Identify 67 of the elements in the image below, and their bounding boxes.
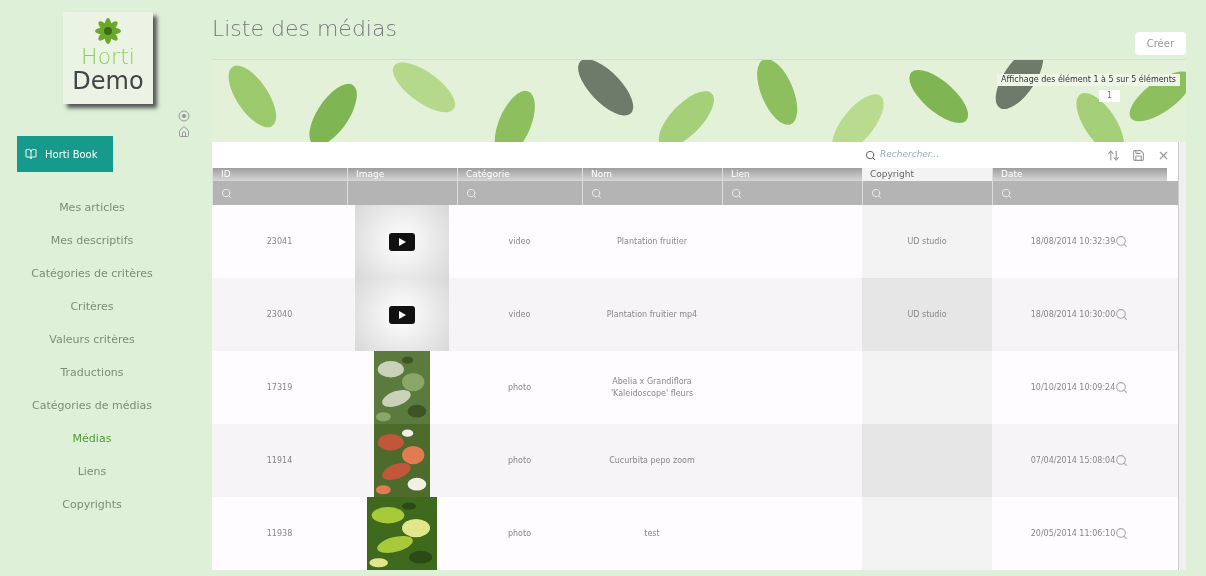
logo-text: Horti xyxy=(81,46,135,68)
flower-icon xyxy=(93,16,123,46)
sort-icon[interactable] xyxy=(1107,148,1120,162)
column-header[interactable]: Image xyxy=(347,168,457,181)
table-cell: video xyxy=(508,235,531,248)
table-cell: Plantation fruitier xyxy=(617,235,687,248)
search-icon xyxy=(865,149,876,161)
app-button[interactable]: Horti Book xyxy=(17,136,113,172)
table-cell: UD studio xyxy=(907,235,947,248)
column-header[interactable]: ID xyxy=(212,168,347,181)
pagination-summary: Affichage des élément 1 à 5 sur 5 éléments xyxy=(997,74,1180,86)
page-button[interactable]: 1 xyxy=(1098,90,1120,102)
view-icon[interactable] xyxy=(1115,235,1129,248)
table-cell: 17319 xyxy=(266,381,293,394)
table-cell: 07/04/2014 15:08:04 xyxy=(1030,454,1116,467)
column-header[interactable]: Catégorie xyxy=(457,168,582,181)
filter-icon[interactable] xyxy=(731,187,742,199)
table-cell: Cucurbita pepo zoom xyxy=(609,454,695,467)
page-title: Liste des médias xyxy=(212,15,397,43)
view-icon[interactable] xyxy=(1115,381,1129,394)
filter-icon[interactable] xyxy=(591,187,602,199)
table-cell: photo xyxy=(507,454,532,467)
view-icon[interactable] xyxy=(1115,527,1129,540)
view-icon[interactable] xyxy=(1115,308,1129,321)
table-cell: 20/05/2014 11:06:10 xyxy=(1030,527,1116,540)
column-header[interactable]: Lien xyxy=(722,168,862,181)
view-icon[interactable] xyxy=(1115,454,1129,467)
table-cell: test xyxy=(644,527,660,540)
create-button[interactable]: Créer xyxy=(1134,32,1186,55)
table-cell-text: Abelia x Grandiflora 'Kaleidoscope' fleurs xyxy=(609,375,695,400)
save-icon[interactable] xyxy=(1132,148,1145,162)
column-header[interactable]: Date xyxy=(992,168,1167,181)
play-icon xyxy=(389,305,415,324)
sidebar-item[interactable]: Traductions xyxy=(60,357,124,390)
home-icon[interactable] xyxy=(178,126,190,138)
sidebar-item[interactable]: Liens xyxy=(77,456,107,489)
filter-icon[interactable] xyxy=(221,187,232,199)
table-cell: photo xyxy=(507,527,532,540)
scrollbar[interactable] xyxy=(1178,142,1186,570)
table-cell: UD studio xyxy=(907,308,947,321)
sidebar-item[interactable]: Valeurs critères xyxy=(49,324,135,357)
logo-text: Demo xyxy=(72,68,144,94)
table-cell: 18/08/2014 10:32:39 xyxy=(1030,235,1116,248)
column-header[interactable]: Copyright xyxy=(862,168,992,181)
book-icon xyxy=(25,148,37,160)
table-cell: 10/10/2014 10:09:24 xyxy=(1030,381,1116,394)
sidebar-item[interactable]: Copyrights xyxy=(62,489,122,522)
table-cell: 11938 xyxy=(266,527,293,540)
table-cell: 23041 xyxy=(266,235,293,248)
sidebar-item[interactable]: Médias xyxy=(72,423,112,456)
sidebar-item[interactable]: Critères xyxy=(70,291,114,324)
filter-icon[interactable] xyxy=(1001,187,1012,199)
sidebar-item[interactable]: Mes articles xyxy=(59,192,125,225)
sidebar-item[interactable]: Catégories de critères xyxy=(31,258,153,291)
filter-icon[interactable] xyxy=(871,187,882,199)
table-cell: video xyxy=(508,308,531,321)
search-field[interactable]: Rechercher... xyxy=(880,148,1020,162)
column-header[interactable]: Nom xyxy=(582,168,722,181)
sidebar-item[interactable]: Catégories de médias xyxy=(32,390,152,423)
sidebar-item[interactable]: Mes descriptifs xyxy=(50,225,134,258)
play-icon xyxy=(389,232,415,251)
table-cell: 11914 xyxy=(266,454,293,467)
table-cell: Plantation fruitier mp4 xyxy=(606,308,698,321)
table-cell: 18/08/2014 10:30:00 xyxy=(1030,308,1116,321)
filter-icon[interactable] xyxy=(466,187,477,199)
table-cell: photo xyxy=(507,381,532,394)
table-cell: 23040 xyxy=(266,308,293,321)
